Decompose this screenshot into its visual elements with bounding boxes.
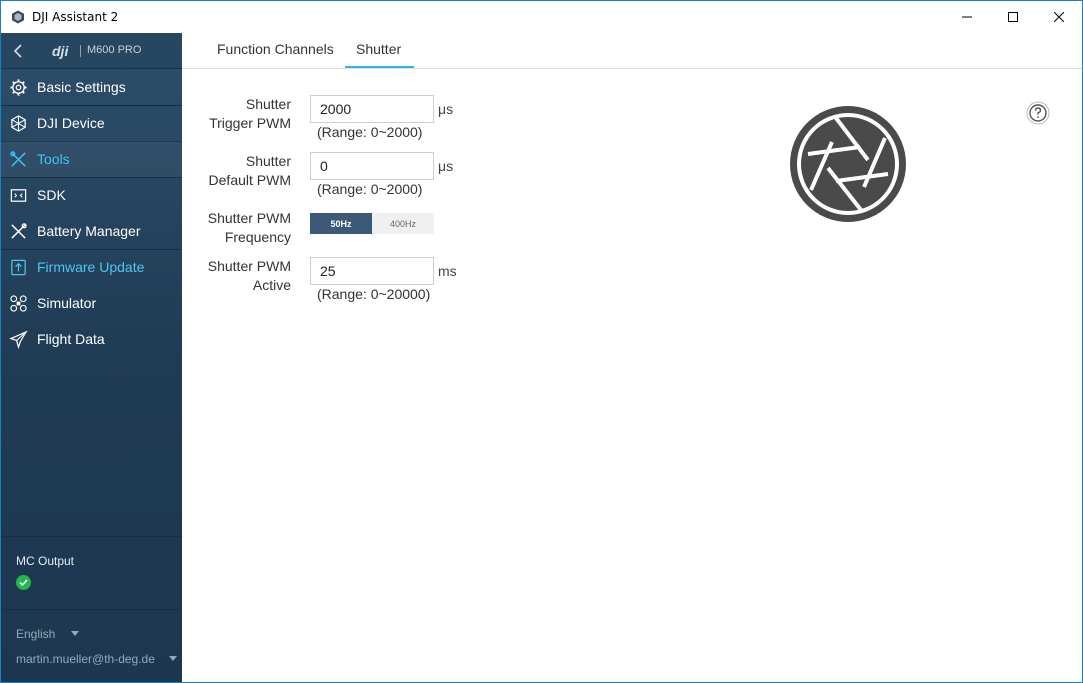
pwm-active-range: (Range: 0~20000) xyxy=(317,286,431,302)
label-line: Shutter PWM xyxy=(207,210,291,226)
status-ok-icon xyxy=(16,575,31,590)
active-tab-indicator xyxy=(345,66,414,68)
trigger-pwm-input[interactable] xyxy=(310,95,434,123)
sidebar-item-label: Tools xyxy=(37,151,70,167)
chevron-down-icon[interactable] xyxy=(71,631,79,636)
sidebar-item-flight-data[interactable]: Flight Data xyxy=(1,321,182,357)
pwm-active-label: Shutter PWM Active xyxy=(191,257,291,295)
tab-function-channels[interactable]: Function Channels xyxy=(217,41,334,57)
firmware-icon xyxy=(11,259,26,276)
sidebar-item-label: DJI Device xyxy=(37,115,105,131)
minimize-button[interactable] xyxy=(944,1,990,33)
label-line: Shutter xyxy=(245,96,291,112)
sidebar-item-simulator[interactable]: Simulator xyxy=(1,285,182,321)
back-arrow-icon[interactable] xyxy=(11,43,27,59)
app-window: DJI Assistant 2 dji M600 PRO Basic Setti… xyxy=(0,0,1083,683)
sidebar-item-label: Basic Settings xyxy=(37,79,126,95)
sidebar-item-battery-manager[interactable]: Battery Manager xyxy=(1,213,182,249)
sidebar-divider xyxy=(1,609,182,610)
tools-icon xyxy=(10,151,26,167)
minimize-icon xyxy=(962,16,972,18)
language-select[interactable]: English xyxy=(16,627,55,641)
dji-logo: dji xyxy=(52,43,69,59)
tab-bar: Function Channels Shutter xyxy=(182,33,1082,69)
dji-app-icon xyxy=(12,10,24,24)
close-button[interactable] xyxy=(1036,1,1082,33)
trigger-pwm-range: (Range: 0~2000) xyxy=(317,124,423,140)
sidebar-item-firmware-update[interactable]: Firmware Update xyxy=(1,249,182,285)
label-line: Active xyxy=(252,277,291,293)
model-name: M600 PRO xyxy=(87,44,142,56)
trigger-pwm-unit: μs xyxy=(438,101,454,117)
camera-shutter-icon xyxy=(790,106,906,222)
device-icon xyxy=(11,115,26,132)
label-line: Shutter xyxy=(245,153,291,169)
sidebar-header: dji M600 PRO xyxy=(1,33,182,69)
sidebar-item-sdk[interactable]: SDK xyxy=(1,177,182,213)
chevron-down-icon[interactable] xyxy=(169,656,177,661)
sdk-icon xyxy=(10,189,27,202)
mc-output-label: MC Output xyxy=(16,554,75,568)
plane-icon xyxy=(9,330,28,349)
user-account[interactable]: martin.mueller@th-deg.de xyxy=(16,652,155,666)
sidebar-item-basic-settings[interactable]: Basic Settings xyxy=(1,69,182,105)
pwm-active-unit: ms xyxy=(438,263,457,279)
maximize-icon xyxy=(1008,12,1018,22)
label-line: Shutter PWM xyxy=(207,258,291,274)
close-icon xyxy=(1054,12,1064,22)
sidebar-item-dji-device[interactable]: DJI Device xyxy=(1,105,182,141)
default-pwm-unit: μs xyxy=(438,158,454,174)
sidebar-item-tools[interactable]: Tools xyxy=(1,141,182,177)
default-pwm-input[interactable] xyxy=(310,152,434,180)
sidebar-item-label: SDK xyxy=(37,187,66,203)
sidebar-item-label: Flight Data xyxy=(37,331,105,347)
drone-icon xyxy=(10,295,27,312)
battery-tools-icon xyxy=(11,223,27,239)
window-title: DJI Assistant 2 xyxy=(32,10,119,24)
pwm-active-input[interactable] xyxy=(310,257,434,285)
logo-separator xyxy=(80,45,81,57)
label-line: Trigger PWM xyxy=(209,115,291,131)
help-icon[interactable] xyxy=(1026,101,1050,125)
gear-icon xyxy=(10,79,27,96)
sidebar-divider xyxy=(1,536,182,537)
default-pwm-label: Shutter Default PWM xyxy=(191,152,291,190)
default-pwm-range: (Range: 0~2000) xyxy=(317,181,423,197)
sidebar-item-label: Firmware Update xyxy=(37,259,145,275)
trigger-pwm-label: Shutter Trigger PWM xyxy=(191,95,291,133)
sidebar-item-label: Battery Manager xyxy=(37,223,141,239)
tab-shutter[interactable]: Shutter xyxy=(356,41,401,57)
pwm-frequency-toggle: 50Hz 400Hz xyxy=(310,213,434,234)
frequency-50hz-option[interactable]: 50Hz xyxy=(310,213,372,234)
label-line: Default PWM xyxy=(208,172,291,188)
title-bar: DJI Assistant 2 xyxy=(1,1,1082,33)
label-line: Frequency xyxy=(224,229,291,245)
pwm-frequency-label: Shutter PWM Frequency xyxy=(191,209,291,247)
sidebar-item-label: Simulator xyxy=(37,295,97,311)
maximize-button[interactable] xyxy=(990,1,1036,33)
frequency-400hz-option[interactable]: 400Hz xyxy=(372,213,434,234)
sidebar: dji M600 PRO Basic Settings DJI Device T… xyxy=(1,33,182,682)
